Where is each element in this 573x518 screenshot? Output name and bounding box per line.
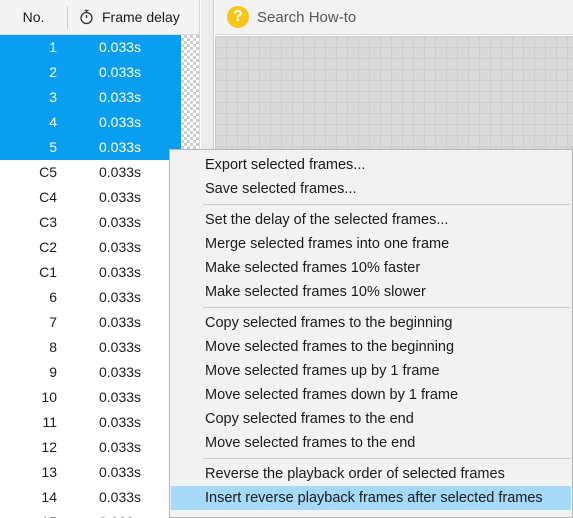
frame-delay: 0.033s [99,314,142,330]
frame-number: C1 [39,264,57,280]
frame-number: C3 [39,214,57,230]
frame-delay: 0.033s [99,114,142,130]
frame-row[interactable]: 6 0.033s [0,285,181,310]
frame-delay: 0.033s [99,139,142,155]
frame-number: 9 [49,364,57,380]
frame-row[interactable]: C4 0.033s [0,185,181,210]
menu-item[interactable]: Copy selected frames to the beginning [170,311,572,335]
menu-item[interactable]: Make selected frames 10% faster [170,256,572,280]
frame-number: 3 [49,89,57,105]
frame-delay: 0.033s [99,264,142,280]
frame-row[interactable]: C5 0.033s [0,160,181,185]
frame-number: 11 [42,414,57,430]
frame-number: 14 [41,489,57,505]
frame-delay: 0.033s [99,64,142,80]
frame-number: 5 [49,139,57,155]
search-bar[interactable]: ? Search How-to [215,0,573,35]
frame-row[interactable]: 2 0.033s [0,60,181,85]
menu-item[interactable]: Move selected frames up by 1 frame [170,359,572,383]
frame-row[interactable]: C2 0.033s [0,235,181,260]
frame-row[interactable]: 1 0.033s [0,35,181,60]
menu-item[interactable]: Insert reverse playback frames after sel… [171,486,571,510]
frame-list-header: No. Frame delay [0,0,199,35]
menu-item[interactable]: Export selected frames... [170,153,572,177]
frame-delay: 0.033s [68,510,141,518]
frame-delay: 0.033s [99,464,142,480]
frame-number: 7 [49,314,57,330]
column-header-delay[interactable]: Frame delay [68,9,180,25]
frame-number: 12 [41,439,57,455]
frame-number: 10 [41,389,57,405]
frame-number: C5 [39,164,57,180]
search-input[interactable]: Search How-to [257,9,356,26]
column-header-no[interactable]: No. [0,5,68,29]
menu-item[interactable]: Move selected frames to the end [170,431,572,455]
frame-number: C2 [39,239,57,255]
frame-row[interactable]: 9 0.033s [0,360,181,385]
frame-delay: 0.033s [99,239,142,255]
frame-number: 1 [49,39,57,55]
menu-item[interactable]: Move selected frames to the beginning [170,335,572,359]
frame-row[interactable]: 13 0.033s [0,460,181,485]
frame-number: C4 [39,189,57,205]
frame-delay: 0.033s [99,214,142,230]
frame-delay: 0.033s [99,289,142,305]
frame-number: 6 [49,289,57,305]
frame-row[interactable]: 150.033s [0,510,181,518]
frame-number: 15 [0,510,68,518]
frame-row[interactable]: 5 0.033s [0,135,181,160]
frame-delay: 0.033s [99,189,142,205]
menu-separator [203,307,570,308]
stopwatch-icon [80,9,93,25]
frame-row[interactable]: 7 0.033s [0,310,181,335]
frame-row[interactable]: C3 0.033s [0,210,181,235]
frame-delay: 0.033s [99,489,142,505]
frame-delay: 0.033s [99,389,142,405]
menu-item[interactable]: Save selected frames... [170,177,572,201]
menu-item[interactable]: Move selected frames down by 1 frame [170,383,572,407]
frame-delay: 0.033s [99,164,142,180]
menu-item[interactable]: Set the delay of the selected frames... [170,208,572,232]
menu-item[interactable]: Copy selected frames to the end [170,407,572,431]
frame-row[interactable]: 11 0.033s [0,410,181,435]
menu-separator [203,458,570,459]
frame-delay: 0.033s [99,39,142,55]
menu-item[interactable]: Make selected frames 10% slower [170,280,572,304]
frame-number: 4 [49,114,57,130]
frame-row[interactable]: 3 0.033s [0,85,181,110]
frame-row[interactable]: C1 0.033s [0,260,181,285]
frame-delay: 0.033s [99,414,142,430]
frame-number: 13 [41,464,57,480]
frame-row[interactable]: 8 0.033s [0,335,181,360]
frame-delay: 0.033s [99,364,142,380]
frame-row[interactable]: 4 0.033s [0,110,181,135]
frame-thumbnail-checkerboard [181,35,199,160]
frame-row[interactable]: 14 0.033s [0,485,181,510]
delay-header-label: Frame delay [102,9,180,25]
frame-row[interactable]: 12 0.033s [0,435,181,460]
menu-separator [203,204,570,205]
help-icon: ? [227,6,249,28]
menu-item[interactable]: Merge selected frames into one frame [170,232,572,256]
frame-delay: 0.033s [99,339,142,355]
frame-number: 8 [49,339,57,355]
frame-delay: 0.033s [99,439,142,455]
frame-row[interactable]: 10 0.033s [0,385,181,410]
frame-delay: 0.033s [99,89,142,105]
frame-number: 2 [49,64,57,80]
menu-item[interactable]: Reverse the playback order of selected f… [170,462,572,486]
context-menu: Export selected frames... Save selected f… [169,149,573,518]
